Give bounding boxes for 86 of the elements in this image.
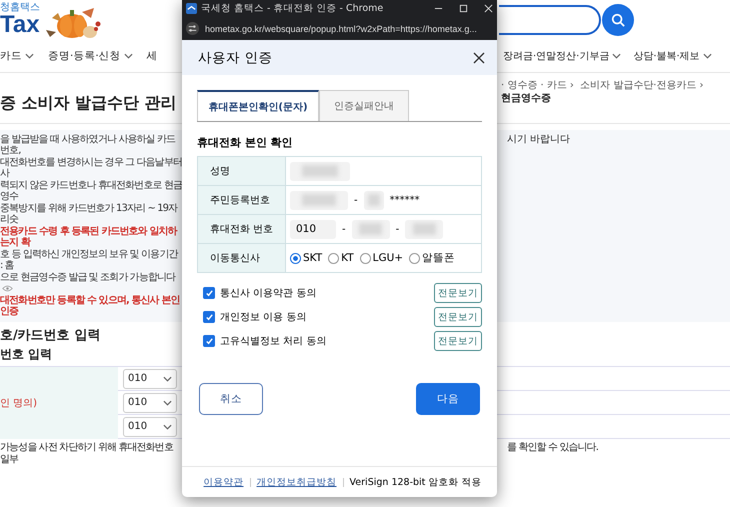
- radio-button[interactable]: [360, 252, 371, 264]
- chevron-down-icon: [163, 424, 172, 430]
- search-field[interactable]: [499, 5, 601, 35]
- dash-text: -: [396, 224, 400, 234]
- note-text: 가능성을 사전 차단하기 위해 휴대전화번호 일부: [0, 442, 173, 465]
- checkbox[interactable]: [203, 311, 215, 323]
- app-icon: [186, 3, 197, 14]
- site-info-icon[interactable]: [186, 22, 199, 35]
- nav-menu-item[interactable]: 카드: [0, 49, 34, 63]
- checkbox-label[interactable]: 고유식별정보 처리 동의: [220, 334, 429, 348]
- nav-menu-item[interactable]: 상담·불복·제보: [633, 49, 712, 63]
- notice-text: 중복방지를 위해 카드번호가 13자리 ~ 19자리숫: [0, 203, 179, 225]
- notice-text: 으로 현금영수증 발급 및 조회가 가능합니다: [0, 272, 176, 283]
- notice-text: 호 등 입력하신 개인정보의 보유 및 이용기간 : 홈: [0, 249, 179, 271]
- close-icon[interactable]: [473, 52, 485, 64]
- checkbox[interactable]: [203, 287, 215, 299]
- note-text: 를 확인할 수 있습니다.: [507, 442, 598, 453]
- chevron-down-icon: [612, 53, 622, 59]
- tab[interactable]: 휴대폰본인확인(문자): [197, 90, 319, 121]
- section-title: 휴대전화 본인 확인: [197, 135, 294, 150]
- field-label: 주민등록번호: [198, 186, 286, 214]
- field-label: 휴대전화 번호: [198, 215, 286, 243]
- cancel-button[interactable]: 취소: [199, 383, 263, 415]
- checkbox-label[interactable]: 개인정보 이용 동의: [220, 310, 429, 324]
- radio-label[interactable]: LGU+: [372, 252, 404, 264]
- chevron-down-icon: [163, 376, 172, 382]
- search-button[interactable]: [602, 4, 634, 36]
- radio-button[interactable]: [409, 252, 420, 264]
- notice-text: 대전화번호를 변경하시는 경우 그 다음날부터 사: [0, 157, 182, 179]
- dash-text: -: [354, 194, 358, 206]
- tab[interactable]: 인증실패안내: [319, 90, 409, 121]
- checkbox[interactable]: [203, 335, 215, 347]
- checkbox-label[interactable]: 통신사 이용약관 동의: [220, 286, 429, 300]
- maximize-icon[interactable]: [459, 4, 468, 13]
- next-button[interactable]: 다음: [416, 383, 480, 415]
- dash-text: -: [342, 224, 346, 234]
- window-title: 국세청 홈택스 - 휴대전화 인증 - Chrome: [201, 2, 384, 15]
- radio-label[interactable]: KT: [341, 252, 354, 264]
- phone-prefix-select[interactable]: 010: [123, 392, 177, 412]
- footer-link[interactable]: 이용약관: [198, 478, 251, 486]
- search-icon: [611, 13, 625, 27]
- radio-button[interactable]: [328, 252, 340, 264]
- radio-label[interactable]: SKT: [303, 252, 322, 264]
- blurred-field[interactable]: [290, 190, 348, 210]
- chevron-down-icon: [124, 53, 133, 59]
- chevron-down-icon: [702, 53, 712, 59]
- notice-text: 전용카드 수령 후 등록된 카드번호와 일치하는지 확: [0, 226, 178, 248]
- masked-digits: ******: [390, 194, 420, 206]
- notice-text: 대전화번호만 등록할 수 있으며, 통신사 본인인증: [0, 295, 181, 317]
- notice-text: 력되지 않은 카드번호나 휴대전화번호로 현금영수: [0, 180, 182, 202]
- phone-prefix-select[interactable]: 010: [123, 416, 177, 436]
- breadcrumb-link[interactable]: · 영수증 · 카드: [501, 80, 567, 91]
- chevron-down-icon: [163, 400, 172, 406]
- notice-text: 을 발급받을 때 사용하였거나 사용하실 카드번호,: [0, 134, 176, 156]
- radio-button[interactable]: [290, 252, 301, 264]
- section-heading: 호/카드번호 입력: [0, 327, 102, 344]
- view-full-button[interactable]: 전문보기: [434, 331, 482, 351]
- view-full-button[interactable]: 전문보기: [434, 307, 482, 327]
- footer-note: VeriSign 128-bit 암호화 적용: [348, 476, 482, 488]
- logo-subtitle: 청홈택스: [0, 3, 40, 13]
- subsection-heading: 번호 입력: [0, 346, 54, 363]
- eye-icon: [2, 284, 13, 292]
- breadcrumb-separator: ›: [570, 80, 574, 91]
- field-label: 이동통신사: [198, 244, 286, 272]
- notice-text: 시기 바랍니다: [507, 134, 572, 145]
- chevron-down-icon: [25, 53, 34, 59]
- blurred-field[interactable]: [290, 162, 350, 180]
- phone-prefix-field[interactable]: 010: [290, 220, 336, 238]
- page-title: 증 소비자 발급수단 관리: [0, 93, 178, 114]
- dialog-title: 사용자 인증: [198, 48, 272, 66]
- nav-menu-item[interactable]: 증명·등록·신청: [48, 49, 133, 63]
- footer-link[interactable]: 개인정보취급방침: [250, 478, 344, 486]
- field-label: 성명: [198, 157, 286, 185]
- nav-menu-item[interactable]: 세: [146, 49, 158, 63]
- breadcrumb-link[interactable]: 소비자 발급수단·전용카드: [580, 80, 696, 91]
- blurred-field[interactable]: [352, 220, 390, 238]
- view-full-button[interactable]: 전문보기: [434, 283, 482, 303]
- logo-wordmark: Tax: [0, 13, 40, 37]
- breadcrumb-link[interactable]: 현금영수증: [501, 93, 551, 104]
- phone-prefix-select[interactable]: 010: [123, 368, 177, 388]
- table-label: 인 명의): [0, 397, 38, 410]
- blurred-field[interactable]: [364, 190, 384, 210]
- breadcrumb-separator: ›: [699, 80, 704, 91]
- blurred-field[interactable]: [405, 220, 444, 238]
- nav-menu-item[interactable]: 장려금·연말정산·기부금: [503, 49, 622, 63]
- radio-label[interactable]: 알뜰폰: [422, 251, 456, 265]
